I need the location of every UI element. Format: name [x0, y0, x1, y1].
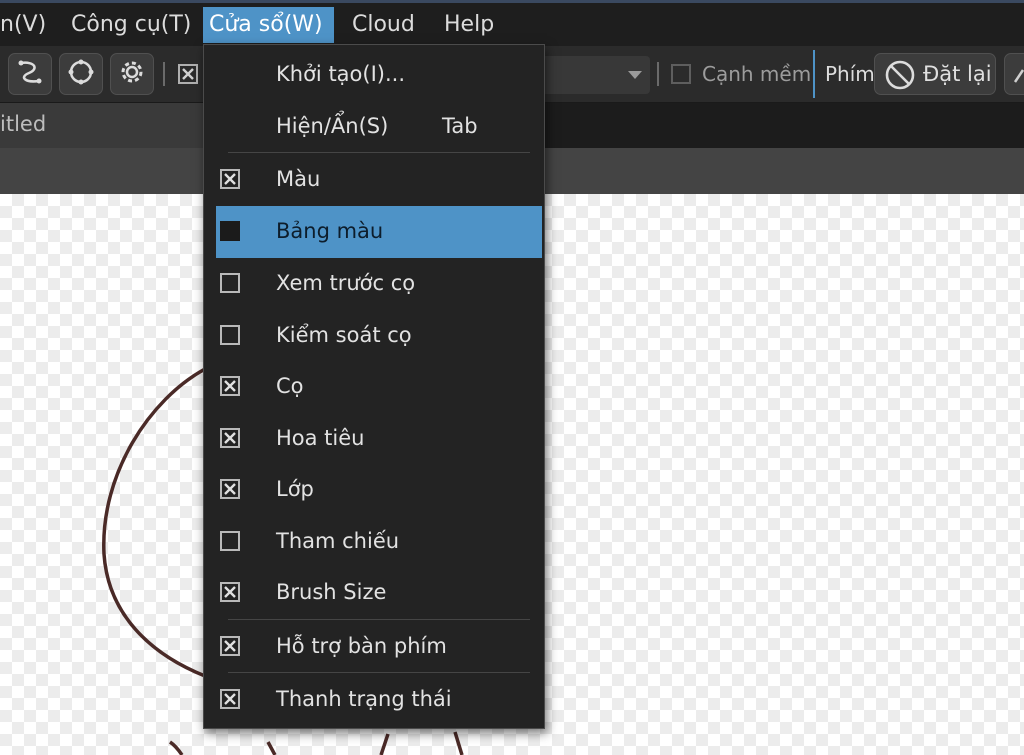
document-tab[interactable]: itled [0, 103, 214, 148]
unchecked-box-icon [220, 273, 240, 293]
curve-icon [15, 57, 45, 91]
menu-item-label: Bảng màu [276, 219, 384, 243]
menu-help[interactable]: Help [438, 7, 500, 43]
toolbar-divider [163, 62, 165, 86]
menu-divider [228, 152, 530, 153]
ellipse-tool-button[interactable] [59, 53, 103, 95]
soft-edge-checkbox[interactable] [671, 64, 691, 84]
toolbar-divider [813, 50, 815, 98]
menu-item-label: Thanh trạng thái [276, 687, 452, 711]
menu-item-show-hide[interactable]: Hiện/Ẩn(S) Tab [216, 101, 542, 153]
unchecked-box-icon [220, 531, 240, 551]
reset-label: Đặt lại [923, 62, 992, 86]
key-label: Phím [825, 62, 875, 86]
menu-item-color[interactable]: Màu [216, 154, 542, 206]
checked-box-icon [220, 479, 240, 499]
menu-item-init[interactable]: Khởi tạo(I)... [216, 49, 542, 101]
menu-item-label: Hiện/Ẩn(S) [276, 114, 389, 138]
menu-item-layers[interactable]: Lớp [216, 464, 542, 516]
menu-item-label: Hỗ trợ bàn phím [276, 634, 447, 658]
menu-bar: n(V) Công cụ(T) Cửa sổ(W) Cloud Help [0, 0, 1024, 46]
more-tools-button[interactable] [1004, 53, 1024, 95]
window-menu-dropdown: Khởi tạo(I)... Hiện/Ẩn(S) Tab Màu Bảng m… [203, 44, 545, 729]
menu-window[interactable]: Cửa sổ(W) [203, 7, 334, 43]
chevron-down-icon [628, 71, 642, 79]
menu-cloud[interactable]: Cloud [346, 7, 421, 43]
menu-item-label: Xem trước cọ [276, 271, 416, 295]
toolbar-dropdown[interactable] [536, 56, 650, 94]
arrow-icon [1013, 66, 1024, 88]
menu-item-reference[interactable]: Tham chiếu [216, 516, 542, 568]
menu-item-brush-control[interactable]: Kiểm soát cọ [216, 310, 542, 362]
menu-item-palette[interactable]: Bảng màu [216, 206, 542, 258]
document-tab-title: itled [0, 112, 47, 136]
toolbar-divider [657, 62, 659, 86]
menu-item-label: Lớp [276, 477, 314, 501]
unchecked-box-icon [220, 325, 240, 345]
menu-item-label: Kiểm soát cọ [276, 323, 412, 347]
menu-item-status-bar[interactable]: Thanh trạng thái [216, 674, 542, 726]
toolbar-checkbox[interactable] [178, 64, 198, 84]
menu-tools[interactable]: Công cụ(T) [65, 7, 197, 43]
menu-item-brush-preview[interactable]: Xem trước cọ [216, 258, 542, 310]
menu-item-brush[interactable]: Cọ [216, 361, 542, 413]
menu-item-brush-size[interactable]: Brush Size [216, 567, 542, 619]
reset-button[interactable]: Đặt lại [874, 53, 996, 95]
settings-button[interactable] [110, 53, 154, 95]
circle-nodes-icon [66, 57, 96, 91]
menu-item-shortcut: Tab [442, 114, 478, 138]
menu-item-label: Cọ [276, 374, 304, 398]
menu-divider [228, 619, 530, 620]
filled-box-icon [220, 221, 240, 241]
menu-item-label: Tham chiếu [276, 529, 400, 553]
menu-item-navigator[interactable]: Hoa tiêu [216, 413, 542, 465]
checked-box-icon [220, 376, 240, 396]
menu-item-label: Khởi tạo(I)... [276, 62, 405, 86]
checked-box-icon [220, 428, 240, 448]
no-entry-icon [884, 59, 916, 95]
menu-view[interactable]: n(V) [0, 7, 52, 43]
menu-item-label: Màu [276, 167, 321, 191]
soft-edge-label: Cạnh mềm [702, 62, 812, 86]
menu-item-label: Hoa tiêu [276, 426, 365, 450]
checked-box-icon [220, 582, 240, 602]
menu-item-keyboard-assist[interactable]: Hỗ trợ bàn phím [216, 621, 542, 673]
checked-box-icon [220, 689, 240, 709]
gear-icon [117, 57, 147, 91]
menu-item-label: Brush Size [276, 580, 387, 604]
checked-box-icon [220, 169, 240, 189]
checked-box-icon [220, 636, 240, 656]
curve-tool-button[interactable] [8, 53, 52, 95]
menu-divider [228, 672, 530, 673]
